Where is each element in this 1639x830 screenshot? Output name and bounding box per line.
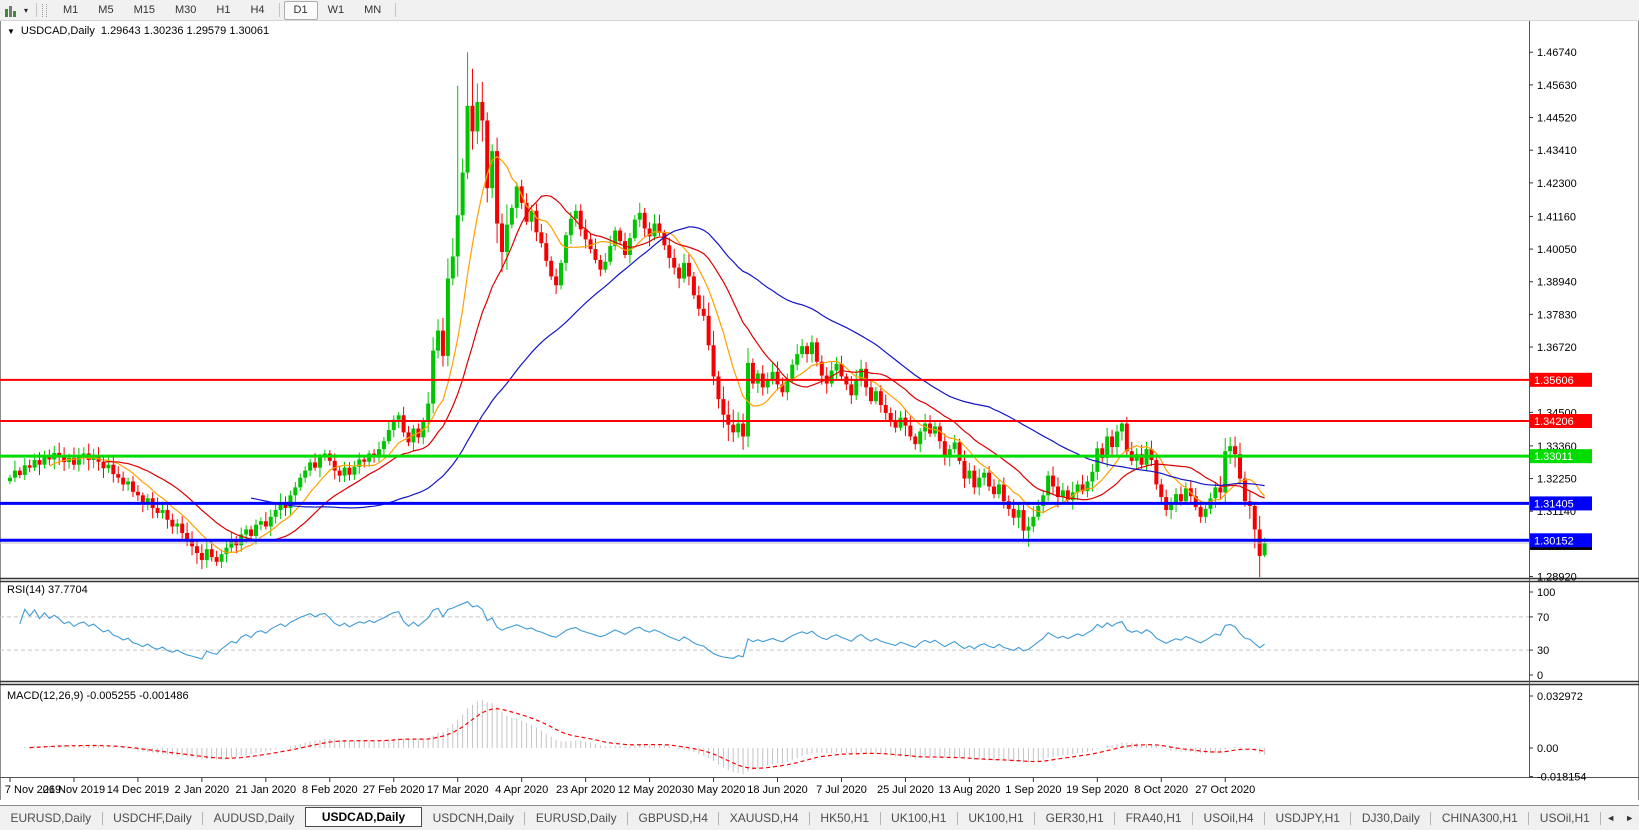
toolbar-separator — [36, 3, 37, 17]
svg-text:17 Mar 2020: 17 Mar 2020 — [427, 784, 489, 796]
rsi-axis: 100 70 30 0 — [1529, 587, 1555, 682]
svg-text:1.43410: 1.43410 — [1537, 145, 1577, 157]
chart-type-icon[interactable] — [3, 2, 23, 18]
svg-text:8 Feb 2020: 8 Feb 2020 — [302, 784, 358, 796]
tab-usdcnh-daily[interactable]: USDCNH,Daily — [422, 808, 524, 828]
svg-text:27 Feb 2020: 27 Feb 2020 — [363, 784, 425, 796]
svg-text:70: 70 — [1537, 612, 1549, 624]
svg-text:2 Jan 2020: 2 Jan 2020 — [175, 784, 229, 796]
price-chart-canvas[interactable]: 1.46740 1.45630 1.44520 1.43410 1.42300 1.411… — [0, 0, 1639, 830]
collapse-chart-icon[interactable]: ▼ — [7, 27, 15, 36]
timeframe-mn-button[interactable]: MN — [354, 1, 391, 20]
macd-signal-line — [30, 709, 1265, 769]
chart-type-caret-icon[interactable]: ▾ — [23, 6, 32, 15]
timeframe-m30-button[interactable]: M30 — [165, 1, 206, 20]
timeframe-h1-button[interactable]: H1 — [206, 1, 240, 20]
toolbar-drag-handle[interactable] — [42, 4, 47, 17]
svg-text:1.31405: 1.31405 — [1534, 498, 1574, 510]
tab-usdchf-daily[interactable]: USDCHF,Daily — [103, 808, 203, 828]
chart-ohlc-values: 1.29643 1.30236 1.29579 1.30061 — [101, 25, 269, 37]
tab-xauusd-h4[interactable]: XAUUSD,H4 — [719, 808, 809, 828]
toolbar-separator — [279, 3, 280, 17]
tab-eurusd-daily-2[interactable]: EURUSD,Daily — [525, 808, 627, 828]
price-line-label: 1.31405 — [1530, 496, 1592, 510]
svg-text:12 May 2020: 12 May 2020 — [618, 784, 682, 796]
tab-usdjpy-h1[interactable]: USDJPY,H1 — [1265, 808, 1350, 828]
chart-title: ▼ USDCAD,Daily 1.29643 1.30236 1.29579 1… — [7, 25, 269, 37]
date-axis: 7 Nov 201926 Nov 201914 Dec 20192 Jan 20… — [5, 777, 1255, 796]
timeframe-h4-button[interactable]: H4 — [240, 1, 274, 20]
svg-text:19 Sep 2020: 19 Sep 2020 — [1066, 784, 1128, 796]
svg-text:23 Apr 2020: 23 Apr 2020 — [556, 784, 615, 796]
tab-china300-h1[interactable]: CHINA300,H1 — [1431, 808, 1528, 828]
svg-text:27 Oct 2020: 27 Oct 2020 — [1195, 784, 1255, 796]
price-line-label: 1.34206 — [1530, 414, 1592, 428]
svg-text:1.46740: 1.46740 — [1537, 47, 1577, 59]
chart-tab-bar: EURUSD,Daily USDCHF,Daily AUDUSD,Daily U… — [0, 805, 1639, 830]
tab-scroll-left-button[interactable]: ◄ — [1601, 813, 1620, 823]
tab-ger30-h1[interactable]: GER30,H1 — [1035, 808, 1114, 828]
svg-text:8 Oct 2020: 8 Oct 2020 — [1134, 784, 1188, 796]
tab-fra40-h1[interactable]: FRA40,H1 — [1115, 808, 1192, 828]
timeframe-toolbar: ▾ M1 M5 M15 M30 H1 H4 D1 W1 MN — [0, 0, 1639, 21]
tab-dj30-daily[interactable]: DJ30,Daily — [1351, 808, 1430, 828]
tab-uk100-h1[interactable]: UK100,H1 — [881, 808, 957, 828]
timeframe-m15-button[interactable]: M15 — [124, 1, 165, 20]
tab-audusd-daily[interactable]: AUDUSD,Daily — [203, 808, 305, 828]
price-line-label: 1.35606 — [1530, 373, 1592, 387]
svg-text:0.00: 0.00 — [1537, 743, 1558, 755]
svg-text:-0.018154: -0.018154 — [1537, 772, 1587, 784]
svg-text:4 Apr 2020: 4 Apr 2020 — [495, 784, 548, 796]
ma-50-line[interactable] — [251, 227, 1265, 508]
tab-scroll-right-button[interactable]: ► — [1620, 813, 1639, 823]
svg-text:25 Jul 2020: 25 Jul 2020 — [877, 784, 934, 796]
price-line-label: 1.30152 — [1530, 533, 1592, 547]
svg-text:1.34206: 1.34206 — [1534, 416, 1574, 428]
tab-eurusd-daily[interactable]: EURUSD,Daily — [0, 808, 102, 828]
price-line-label: 1.33011 — [1530, 449, 1592, 463]
rsi-indicator-label: RSI(14) 37.7704 — [7, 584, 88, 596]
svg-text:14 Dec 2019: 14 Dec 2019 — [107, 784, 169, 796]
svg-text:0.032972: 0.032972 — [1537, 691, 1583, 703]
svg-text:0: 0 — [1537, 670, 1543, 682]
tab-usoil-h1[interactable]: USOil,H1 — [1529, 808, 1600, 828]
svg-text:30: 30 — [1537, 645, 1549, 657]
macd-axis: 0.032972 0.00 -0.018154 — [1529, 691, 1587, 784]
tab-hk50-h1[interactable]: HK50,H1 — [810, 808, 880, 828]
chart-symbol-period: USDCAD,Daily — [21, 25, 95, 37]
svg-text:1.32250: 1.32250 — [1537, 474, 1577, 486]
macd-histogram — [10, 700, 1265, 774]
svg-text:30 May 2020: 30 May 2020 — [682, 784, 746, 796]
timeframe-d1-button[interactable]: D1 — [284, 1, 318, 20]
timeframe-w1-button[interactable]: W1 — [318, 1, 355, 20]
svg-text:13 Aug 2020: 13 Aug 2020 — [939, 784, 1001, 796]
svg-text:18 Jun 2020: 18 Jun 2020 — [747, 784, 808, 796]
svg-text:100: 100 — [1537, 587, 1555, 599]
svg-text:1.41160: 1.41160 — [1537, 211, 1576, 223]
tab-usdcad-daily[interactable]: USDCAD,Daily — [305, 807, 422, 827]
tab-usoil-h4[interactable]: USOil,H4 — [1193, 808, 1264, 828]
svg-text:1.38940: 1.38940 — [1537, 277, 1577, 289]
macd-indicator-label: MACD(12,26,9) -0.005255 -0.001486 — [7, 690, 189, 702]
toolbar-separator — [395, 3, 396, 17]
svg-text:1 Sep 2020: 1 Sep 2020 — [1005, 784, 1061, 796]
svg-text:26 Nov 2019: 26 Nov 2019 — [43, 784, 105, 796]
svg-text:1.35606: 1.35606 — [1534, 375, 1574, 387]
timeframe-m5-button[interactable]: M5 — [88, 1, 123, 20]
svg-text:1.36720: 1.36720 — [1537, 342, 1577, 354]
svg-text:1.37830: 1.37830 — [1537, 309, 1577, 321]
svg-text:1.40050: 1.40050 — [1537, 244, 1577, 256]
svg-text:21 Jan 2020: 21 Jan 2020 — [236, 784, 297, 796]
svg-text:1.30152: 1.30152 — [1534, 535, 1574, 547]
tab-uk100-h1-2[interactable]: UK100,H1 — [958, 808, 1034, 828]
svg-text:1.33011: 1.33011 — [1534, 451, 1573, 463]
svg-text:1.44520: 1.44520 — [1537, 113, 1577, 125]
svg-text:1.45630: 1.45630 — [1537, 80, 1577, 92]
svg-text:7 Jul 2020: 7 Jul 2020 — [816, 784, 867, 796]
tab-gbpusd-h4[interactable]: GBPUSD,H4 — [628, 808, 718, 828]
svg-text:1.42300: 1.42300 — [1537, 178, 1577, 190]
timeframe-m1-button[interactable]: M1 — [53, 1, 88, 20]
svg-text:1.28920: 1.28920 — [1537, 572, 1577, 584]
